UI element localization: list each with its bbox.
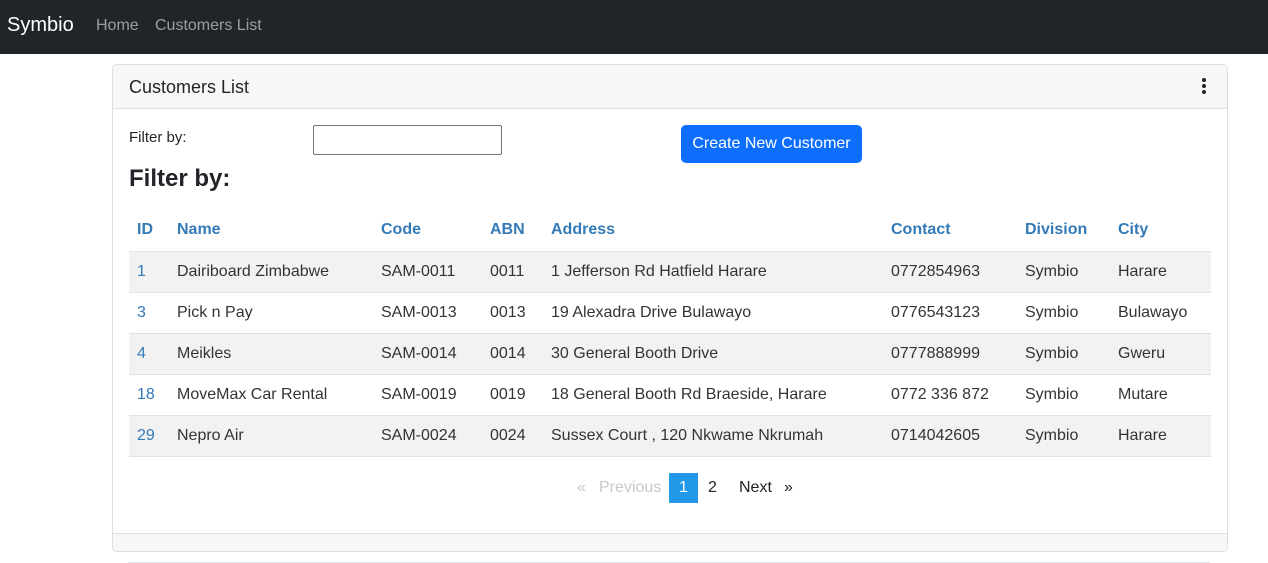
cell-division: Symbio (1017, 292, 1110, 334)
table-row: 1 Dairiboard Zimbabwe SAM-0011 0011 1 Je… (129, 251, 1211, 293)
cell-id[interactable]: 3 (129, 292, 169, 334)
previous-page-button: Previous (599, 479, 662, 496)
next-arrow-icon[interactable]: » (784, 473, 793, 503)
cell-division: Symbio (1017, 333, 1110, 375)
previous-arrow-icon: « (577, 479, 586, 496)
pagination: « Previous 1 2 Next » (113, 473, 1227, 503)
cell-id[interactable]: 1 (129, 251, 169, 293)
column-header-contact[interactable]: Contact (883, 210, 1017, 252)
table-row: 3 Pick n Pay SAM-0013 0013 19 Alexadra D… (129, 292, 1211, 334)
next-page-button[interactable]: Next (739, 473, 772, 503)
cell-contact: 0772 336 872 (883, 374, 1017, 416)
cell-address: 1 Jefferson Rd Hatfield Harare (543, 251, 883, 293)
cell-city: Bulawayo (1110, 292, 1211, 334)
column-header-abn[interactable]: ABN (482, 210, 543, 252)
column-header-code[interactable]: Code (373, 210, 482, 252)
cell-abn: 0013 (482, 292, 543, 334)
table-row: 29 Nepro Air SAM-0024 0024 Sussex Court … (129, 415, 1211, 457)
customers-card: Customers List Filter by: Create New Cus… (112, 64, 1228, 552)
cell-name: MoveMax Car Rental (169, 374, 373, 416)
column-header-address[interactable]: Address (543, 210, 883, 252)
cell-id[interactable]: 18 (129, 374, 169, 416)
table-header-row: ID Name Code ABN Address Contact Divisio… (129, 210, 1211, 252)
cell-name: Nepro Air (169, 415, 373, 457)
nav-link-customers-list[interactable]: Customers List (155, 17, 262, 35)
card-title: Customers List (129, 77, 250, 97)
cell-city: Gweru (1110, 333, 1211, 375)
cell-id[interactable]: 4 (129, 333, 169, 375)
customers-table: ID Name Code ABN Address Contact Divisio… (129, 210, 1211, 457)
cell-code: SAM-0013 (373, 292, 482, 334)
cell-city: Harare (1110, 415, 1211, 457)
cell-contact: 0772854963 (883, 251, 1017, 293)
cell-contact: 0714042605 (883, 415, 1017, 457)
cell-division: Symbio (1017, 374, 1110, 416)
page-button-1[interactable]: 1 (669, 473, 698, 503)
nav-link-home[interactable]: Home (96, 17, 139, 35)
cell-address: Sussex Court , 120 Nkwame Nkrumah (543, 415, 883, 457)
cell-name: Pick n Pay (169, 292, 373, 334)
cell-division: Symbio (1017, 251, 1110, 293)
card-footer (113, 533, 1227, 551)
filter-label: Filter by: (129, 129, 187, 146)
brand-logo[interactable]: Symbio (7, 14, 74, 37)
kebab-menu-icon[interactable] (1201, 78, 1207, 96)
table-row: 18 MoveMax Car Rental SAM-0019 0019 18 G… (129, 374, 1211, 416)
cell-contact: 0776543123 (883, 292, 1017, 334)
cell-city: Harare (1110, 251, 1211, 293)
top-navbar: Symbio Home Customers List (0, 0, 1268, 54)
cell-name: Meikles (169, 333, 373, 375)
cell-code: SAM-0014 (373, 333, 482, 375)
cell-id[interactable]: 29 (129, 415, 169, 457)
cell-division: Symbio (1017, 415, 1110, 457)
column-header-city[interactable]: City (1110, 210, 1211, 252)
table-row: 4 Meikles SAM-0014 0014 30 General Booth… (129, 333, 1211, 375)
create-new-customer-button[interactable]: Create New Customer (681, 125, 862, 163)
cell-address: 30 General Booth Drive (543, 333, 883, 375)
column-header-id[interactable]: ID (129, 210, 169, 252)
cell-name: Dairiboard Zimbabwe (169, 251, 373, 293)
cell-code: SAM-0024 (373, 415, 482, 457)
cell-code: SAM-0011 (373, 251, 482, 293)
cell-abn: 0014 (482, 333, 543, 375)
cell-code: SAM-0019 (373, 374, 482, 416)
card-header: Customers List (113, 65, 1227, 109)
cell-city: Mutare (1110, 374, 1211, 416)
cell-abn: 0011 (482, 251, 543, 293)
column-header-name[interactable]: Name (169, 210, 373, 252)
cell-contact: 0777888999 (883, 333, 1017, 375)
filter-input[interactable] (313, 125, 502, 155)
page-button-2[interactable]: 2 (708, 473, 717, 503)
cell-abn: 0019 (482, 374, 543, 416)
filter-heading: Filter by: (129, 165, 231, 192)
cell-abn: 0024 (482, 415, 543, 457)
cell-address: 19 Alexadra Drive Bulawayo (543, 292, 883, 334)
column-header-division[interactable]: Division (1017, 210, 1110, 252)
cell-address: 18 General Booth Rd Braeside, Harare (543, 374, 883, 416)
